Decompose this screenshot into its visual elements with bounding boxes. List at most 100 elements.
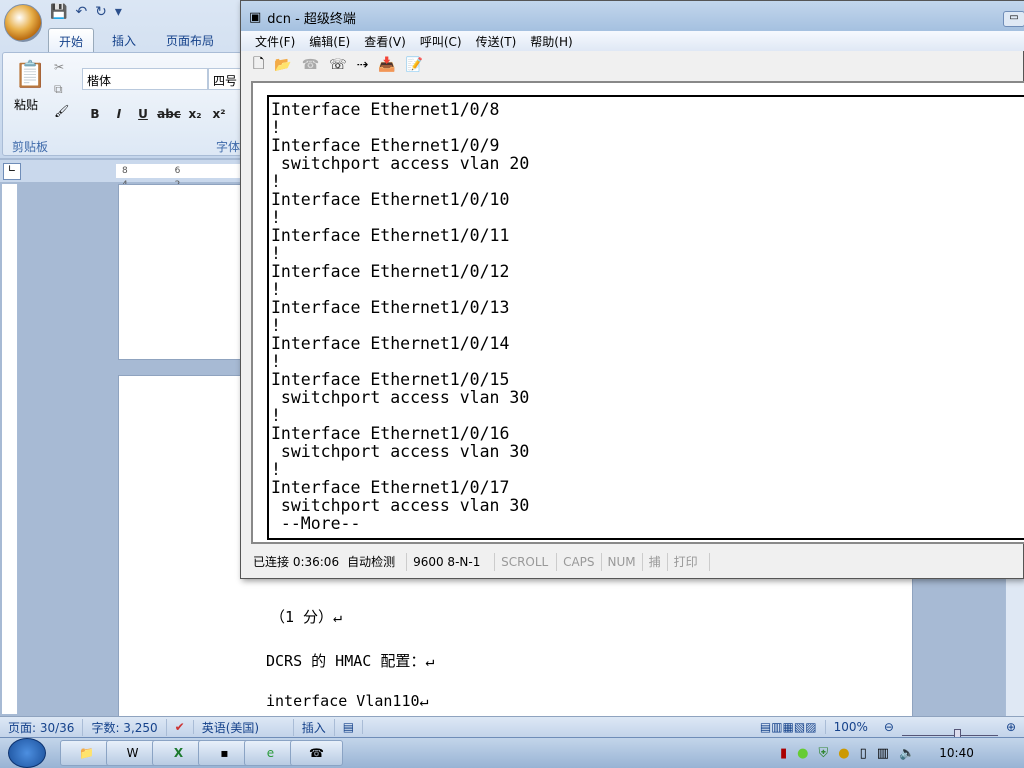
copy-icon[interactable]: ⧉ (54, 82, 63, 97)
font-size-select[interactable]: 四号 (208, 68, 242, 90)
title-bar[interactable]: ▣ dcn - 超级终端 (241, 1, 1024, 33)
open-icon[interactable]: 📂 (274, 57, 291, 73)
hyperterminal-window: ▣ dcn - 超级终端 ▭ 文件(F) 编辑(E) 查看(V) 呼叫(C) 传… (240, 0, 1024, 579)
baud-settings: 9600 8-N-1 (407, 553, 496, 571)
font-name-select[interactable]: 楷体 (82, 68, 208, 90)
superscript-button[interactable]: x² (208, 104, 230, 124)
terminal-line: Interface Ethernet1/0/14 (271, 334, 510, 353)
doc-line: interface Vlan110↵ (266, 692, 429, 710)
menu-transfer[interactable]: 传送(T) (476, 33, 517, 50)
minimize-button[interactable]: ▭ (1003, 11, 1024, 27)
paste-icon[interactable]: 📋 (14, 60, 46, 90)
shield-icon[interactable]: ⛨ (819, 746, 829, 761)
security-icon[interactable]: ● (838, 746, 849, 761)
terminal-line: Interface Ethernet1/0/16 (271, 424, 510, 443)
underline-button[interactable]: U (132, 104, 154, 124)
menu-file[interactable]: 文件(F) (255, 33, 295, 50)
terminal-line: ! (271, 244, 281, 263)
terminal-line: switchport access vlan 30 (271, 388, 530, 407)
connect-icon[interactable]: ☎ (302, 57, 319, 73)
menu-call[interactable]: 呼叫(C) (420, 33, 462, 50)
terminal-line: ! (271, 172, 281, 191)
auto-detect: 自动检测 (341, 553, 408, 571)
terminal-line: switchport access vlan 20 (271, 154, 530, 173)
terminal-line: Interface Ethernet1/0/12 (271, 262, 510, 281)
page-count[interactable]: 页面: 30/36 (0, 718, 84, 736)
volume-icon[interactable]: 🔈 (899, 746, 915, 761)
terminal-line: Interface Ethernet1/0/17 (271, 478, 510, 497)
terminal-line: Interface Ethernet1/0/15 (271, 370, 510, 389)
insert-mode[interactable]: 插入 (294, 718, 335, 736)
properties-icon[interactable]: 📝 (406, 57, 423, 73)
zoom-level[interactable]: 100% (826, 720, 876, 734)
toolbar: 🗋 📂 ☎ ☏ ⇢ 📥 📝 (241, 53, 1024, 77)
subscript-button[interactable]: x₂ (184, 104, 206, 124)
terminal-line: ! (271, 460, 281, 479)
new-icon[interactable]: 🗋 (253, 53, 264, 77)
device-icon[interactable]: ▯ (860, 746, 867, 761)
tab-page-layout[interactable]: 页面布局 (156, 28, 224, 52)
connection-time: 已连接 0:36:06 (253, 555, 340, 569)
num-indicator: NUM (602, 553, 643, 571)
word-count[interactable]: 字数: 3,250 (83, 718, 167, 736)
redo-icon[interactable]: ↻ (95, 4, 107, 20)
terminal-line: Interface Ethernet1/0/11 (271, 226, 510, 245)
status-dot-icon[interactable]: ● (797, 746, 808, 761)
app-tray-icon[interactable]: ▮ (780, 746, 787, 761)
office-button[interactable] (4, 4, 42, 42)
view-buttons[interactable]: ▤▥▦▧▨ (752, 720, 826, 734)
terminal-line: Interface Ethernet1/0/8 (271, 100, 500, 119)
terminal-line: switchport access vlan 30 (271, 442, 530, 461)
doc-line: （1 分）↵ (270, 608, 343, 626)
terminal-line: Interface Ethernet1/0/13 (271, 298, 510, 317)
strikethrough-button[interactable]: abc (156, 104, 182, 124)
customize-chevron-icon[interactable]: ▾ (115, 4, 122, 20)
format-buttons: B I U abc x₂ x² (84, 104, 230, 124)
word-status-bar: 页面: 30/36 字数: 3,250 ✔ 英语(美国) 插入 ▤ ▤▥▦▧▨ … (0, 716, 1024, 741)
tab-insert[interactable]: 插入 (102, 28, 146, 52)
scroll-indicator: SCROLL (495, 553, 558, 571)
save-icon[interactable]: 💾 (50, 4, 67, 20)
terminal-line: ! (271, 352, 281, 371)
italic-button[interactable]: I (108, 104, 130, 124)
menu-edit[interactable]: 编辑(E) (309, 33, 350, 50)
zoom-out-icon[interactable]: ⊖ (876, 720, 902, 734)
terminal-line: --More-- (271, 514, 361, 533)
clipboard-group-label: 剪贴板 (12, 140, 49, 154)
menu-help[interactable]: 帮助(H) (530, 33, 572, 50)
print-indicator: 打印 (668, 553, 710, 571)
vertical-ruler[interactable] (2, 184, 18, 714)
menu-view[interactable]: 查看(V) (364, 33, 406, 50)
terminal-status-bar: 已连接 0:36:06 自动检测 9600 8-N-1 SCROLL CAPS … (247, 552, 1024, 572)
receive-icon[interactable]: 📥 (378, 57, 395, 73)
document-page[interactable] (118, 184, 242, 360)
terminal-screen[interactable]: Interface Ethernet1/0/8! Interface Ethern… (251, 81, 1024, 544)
terminal-line: ! (271, 316, 281, 335)
tab-home[interactable]: 开始 (48, 28, 95, 52)
hyperterminal-taskbar-button[interactable]: ☎ (290, 740, 343, 766)
paste-button[interactable]: 粘贴 (14, 96, 38, 113)
network-icon[interactable]: ▥ (877, 746, 889, 761)
bold-button[interactable]: B (84, 104, 106, 124)
proofing-icon[interactable]: ✔ (167, 720, 194, 734)
terminal-line: Interface Ethernet1/0/10 (271, 190, 510, 209)
send-icon[interactable]: ⇢ (357, 57, 369, 73)
clock[interactable]: 10:40 (939, 746, 974, 760)
app-icon: ▣ (249, 9, 262, 25)
terminal-output[interactable]: Interface Ethernet1/0/8! Interface Ethern… (267, 95, 1024, 540)
disconnect-icon[interactable]: ☏ (329, 57, 347, 73)
start-button[interactable] (8, 738, 46, 768)
system-tray: ▮ ● ⛨ ● ▯ ▥ 🔈 10:40 (780, 740, 974, 766)
tab-selector-icon[interactable]: ∟ (3, 163, 21, 180)
horizontal-ruler[interactable]: 8 6 4 2 (116, 164, 240, 190)
language[interactable]: 英语(美国) (194, 718, 294, 736)
cut-icon[interactable]: ✂ (54, 60, 64, 74)
macro-icon[interactable]: ▤ (335, 720, 364, 734)
zoom-in-icon[interactable]: ⊕ (998, 720, 1024, 734)
terminal-line: switchport access vlan 30 (271, 496, 530, 515)
menu-bar: 文件(F) 编辑(E) 查看(V) 呼叫(C) 传送(T) 帮助(H) (241, 31, 1024, 51)
capture-indicator: 捕 (643, 553, 668, 571)
format-painter-icon[interactable]: 🖌 (54, 104, 69, 118)
undo-icon[interactable]: ↶ (75, 4, 87, 20)
window-title: dcn - 超级终端 (267, 11, 356, 27)
